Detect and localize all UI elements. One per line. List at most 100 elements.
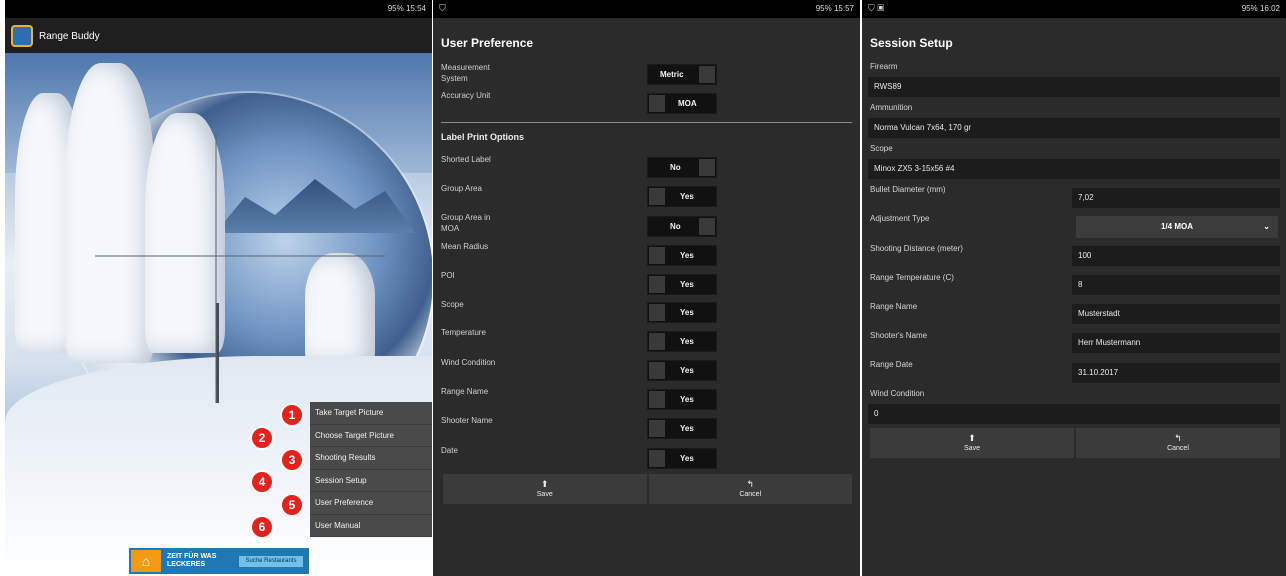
toggle-knob: [649, 333, 665, 350]
scope-field[interactable]: Minox ZX5 3-15x56 #4: [868, 159, 1280, 179]
toggle-knob: [649, 276, 665, 293]
toggle-knob: [649, 420, 665, 437]
toggle-text: No: [670, 163, 681, 172]
undo-icon: ↰: [746, 479, 755, 489]
toggle-shooter-name[interactable]: Yes: [647, 418, 717, 439]
bullet-diameter-field[interactable]: 7,02: [1072, 188, 1280, 208]
toggle-group-area[interactable]: Yes: [647, 186, 717, 207]
ad-line-2: LECKERES: [167, 561, 206, 568]
option-shorted-label: Shorted Label: [441, 155, 491, 164]
status-text: 95% 15:54: [387, 4, 426, 13]
range-name-label: Range Name: [870, 302, 918, 311]
toggle-knob: [699, 66, 715, 83]
shooter-name-field[interactable]: Herr Mustermann: [1072, 333, 1280, 353]
option-range-name: Range Name: [441, 387, 489, 396]
toggle-group-area-moa[interactable]: No: [647, 216, 717, 237]
option-date: Date: [441, 446, 458, 455]
action-bar: ⬆ Save ↰ Cancel: [443, 474, 852, 504]
cancel-button[interactable]: ↰ Cancel: [648, 474, 852, 504]
shooting-distance-field[interactable]: 100: [1072, 246, 1280, 266]
cancel-label: Cancel: [739, 491, 762, 498]
adjustment-type-label: Adjustment Type: [870, 214, 930, 223]
notification-icon: ⛉: [439, 3, 446, 13]
range-temperature-label: Range Temperature (C): [870, 273, 954, 282]
measurement-system-toggle[interactable]: Metric: [647, 64, 717, 85]
save-button[interactable]: ⬆ Save: [443, 474, 647, 504]
ammunition-field[interactable]: Norma Vulcan 7x64, 170 gr: [868, 118, 1280, 138]
toggle-knob: [649, 304, 665, 321]
toggle-date[interactable]: Yes: [647, 448, 717, 469]
toggle-text: Yes: [680, 424, 694, 433]
toggle-knob: [649, 95, 665, 112]
menu-item-shooting-results[interactable]: Shooting Results: [310, 447, 432, 470]
option-shooter-name: Shooter Name: [441, 416, 493, 425]
callout-badge-5: 5: [280, 493, 304, 517]
menu-item-choose-target-picture[interactable]: Choose Target Picture: [310, 425, 432, 447]
toggle-knob: [699, 159, 715, 176]
toggle-text: MOA: [678, 99, 697, 108]
toggle-range-name[interactable]: Yes: [647, 389, 717, 410]
save-label: Save: [964, 445, 980, 452]
save-label: Save: [536, 491, 553, 498]
user-preference-screen: ⛉ 95% 15:57 User Preference Measurement …: [433, 0, 860, 576]
firearm-field[interactable]: RWS89: [868, 77, 1280, 97]
ad-button[interactable]: Suche Restaurants: [239, 556, 303, 567]
toggle-knob: [649, 391, 665, 408]
toggle-mean-radius[interactable]: Yes: [647, 245, 717, 266]
menu-item-take-target-picture[interactable]: Take Target Picture: [310, 402, 432, 425]
option-group-area: Group Area: [441, 184, 482, 193]
adjustment-type-value: 1/4 MOA: [1160, 222, 1193, 231]
save-button[interactable]: ⬆ Save: [870, 428, 1074, 458]
toggle-scope[interactable]: Yes: [647, 302, 717, 323]
status-bar: ⛉ 95% 15:57: [433, 0, 860, 18]
toggle-wind-condition[interactable]: Yes: [647, 360, 717, 381]
toggle-text: Yes: [680, 251, 694, 260]
home-icon: ⌂: [131, 550, 161, 572]
undo-icon: ↰: [1174, 433, 1182, 443]
toggle-text: Metric: [660, 70, 684, 79]
menu-item-session-setup[interactable]: Session Setup: [310, 470, 432, 492]
menu-item-user-manual[interactable]: User Manual: [310, 515, 432, 537]
toggle-poi[interactable]: Yes: [647, 274, 717, 295]
page-title: Session Setup: [870, 36, 953, 50]
toggle-text: Yes: [680, 395, 694, 404]
home-screen: 95% 15:54 Range Buddy Take Target Pictur…: [5, 0, 432, 576]
wind-condition-field[interactable]: 0: [868, 404, 1280, 424]
ad-line-1: ZEIT FÜR WAS: [167, 553, 217, 560]
cancel-button[interactable]: ↰ Cancel: [1076, 428, 1280, 458]
status-bar: ⛉ ▣ 95% 16:02: [862, 0, 1286, 18]
option-group-area-moa: Group Area in MOA: [441, 213, 491, 233]
range-date-field[interactable]: 31.10.2017: [1072, 363, 1280, 383]
toggle-text: Yes: [680, 280, 694, 289]
range-temperature-field[interactable]: 8: [1072, 275, 1280, 295]
accuracy-unit-toggle[interactable]: MOA: [647, 93, 717, 114]
callout-badge-3: 3: [280, 448, 304, 472]
accuracy-unit-label: Accuracy Unit: [441, 91, 491, 100]
scope-label: Scope: [870, 144, 893, 153]
toggle-text: Yes: [680, 192, 694, 201]
toggle-text: No: [670, 222, 681, 231]
option-poi: POI: [441, 271, 455, 280]
cancel-label: Cancel: [1167, 445, 1189, 452]
section-title: Label Print Options: [441, 132, 525, 142]
session-setup-screen: ⛉ ▣ 95% 16:02 Session Setup Firearm RWS8…: [862, 0, 1286, 576]
toggle-shorted-label[interactable]: No: [647, 157, 717, 178]
range-name-field[interactable]: Musterstadt: [1072, 304, 1280, 324]
menu-item-user-preference[interactable]: User Preference: [310, 492, 432, 515]
bullet-diameter-label: Bullet Diameter (mm): [870, 185, 946, 194]
option-temperature: Temperature: [441, 328, 486, 337]
range-date-label: Range Date: [870, 360, 913, 369]
callout-badge-1: 1: [280, 403, 304, 427]
toggle-temperature[interactable]: Yes: [647, 331, 717, 352]
adjustment-type-select[interactable]: 1/4 MOA ⌄: [1076, 216, 1278, 238]
toggle-text: Yes: [680, 337, 694, 346]
toggle-knob: [699, 218, 715, 235]
option-scope: Scope: [441, 300, 464, 309]
action-bar: ⬆ Save ↰ Cancel: [870, 428, 1280, 458]
ad-banner[interactable]: ⌂ ZEIT FÜR WAS LECKERES Suche Restaurant…: [129, 548, 309, 574]
app-title: Range Buddy: [39, 31, 100, 42]
status-text: 95% 16:02: [1241, 4, 1280, 13]
ammunition-label: Ammunition: [870, 103, 913, 112]
shooter-name-label: Shooter's Name: [870, 331, 928, 340]
save-icon: ⬆: [968, 433, 976, 443]
